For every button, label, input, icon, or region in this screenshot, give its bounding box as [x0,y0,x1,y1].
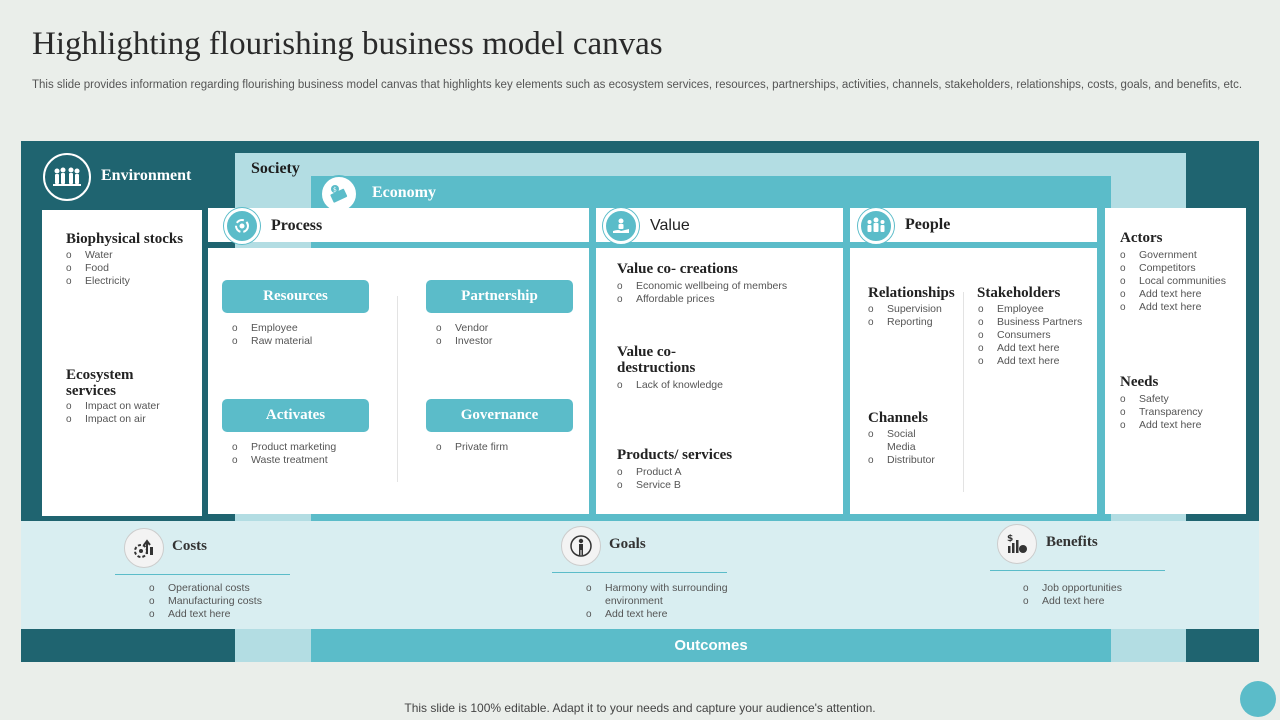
outcomes-panel: Costs Operational costs Manufacturing co… [21,521,1259,629]
list-item: Impact on water [66,400,160,413]
list-item: Employee [978,303,1082,316]
outcomes-label: Outcomes [311,629,1111,662]
divider [552,572,727,573]
channels-title: Channels [868,410,929,426]
divider [990,570,1165,571]
list-item: Reporting [868,316,942,329]
society-card: Actors Government Competitors Local comm… [1105,208,1246,514]
divider [397,296,398,482]
list-item: Add text here [978,355,1082,368]
list-item: Competitors [1120,262,1226,275]
list-item: Employee [232,322,312,335]
list-item: Supervision [868,303,942,316]
needs-title: Needs [1120,374,1159,390]
svg-text:$: $ [1007,534,1013,544]
list-item: Vendor [436,322,492,335]
list-item: Raw material [232,335,312,348]
corner-decoration [1240,681,1276,717]
costs-title: Costs [172,538,208,554]
benefits-chart-icon: $ [997,524,1037,564]
process-header: Process [208,208,589,244]
environment-card: Biophysical stocks Water Food Electricit… [42,210,202,516]
list-item: Safety [1120,393,1203,406]
environment-label: Environment [101,167,192,184]
society-label: Society [251,160,300,177]
list-item: Distributor [868,454,935,467]
list-item: Harmony with surrounding [586,582,728,595]
list-item: Investor [436,335,492,348]
stakeholders-title: Stakeholders [977,285,1061,301]
team-icon [858,208,894,244]
list-item: Electricity [66,275,130,288]
gear-cycle-icon [224,208,260,244]
list-item: Add text here [1120,301,1226,314]
list-item: Product A [617,466,682,479]
list-item-continuation: Media [887,441,916,453]
list-item: Manufacturing costs [149,595,262,608]
list-item: Local communities [1120,275,1226,288]
list-item: Service B [617,479,682,492]
value-header-label: Value [650,217,690,234]
value-header: Value [596,208,843,244]
benefits-title: Benefits [1046,534,1098,550]
list-item: Transparency [1120,406,1203,419]
goal-person-icon [561,526,601,566]
list-item: Consumers [978,329,1082,342]
governance-pill: Governance [426,399,573,432]
products-title: Products/ services [617,447,733,463]
list-item: Add text here [149,608,262,621]
list-item: Add text here [1023,595,1122,608]
list-item: Add text here [1120,288,1226,301]
ecosystem-title: Ecosystem services [66,367,134,399]
page-title: Highlighting flourishing business model … [32,26,663,62]
list-item: Social [868,428,935,441]
people-header-label: People [905,216,951,233]
list-item: Product marketing [232,441,336,454]
cocreations-title: Value co- creations [617,261,738,277]
partnership-pill: Partnership [426,280,573,313]
list-item: Add text here [1120,419,1203,432]
hand-people-icon [603,208,639,244]
list-item: Private firm [436,441,508,454]
economy-label: Economy [372,184,436,201]
actors-title: Actors [1120,230,1163,246]
people-header: People [850,208,1097,244]
biophysical-title: Biophysical stocks [66,231,184,247]
list-item: Operational costs [149,582,262,595]
divider [115,574,290,575]
activates-pill: Activates [222,399,369,432]
people-card: Relationships Supervision Reporting Stak… [850,248,1097,514]
list-item: Job opportunities [1023,582,1122,595]
list-item: Business Partners [978,316,1082,329]
list-item: Government [1120,249,1226,262]
resources-pill: Resources [222,280,369,313]
list-item: Economic wellbeing of members [617,280,787,293]
list-item: Waste treatment [232,454,336,467]
list-item: Food [66,262,130,275]
divider [963,292,964,492]
list-item: Add text here [586,608,728,621]
list-item: Affordable prices [617,293,787,306]
page-subtitle: This slide provides information regardin… [32,79,1243,91]
list-item: Lack of knowledge [617,379,723,392]
svg-text:$: $ [333,187,337,194]
list-item: Add text here [978,342,1082,355]
goals-title: Goals [609,536,646,552]
list-item-continuation: environment [605,595,663,607]
codestructions-title: Value co- destructions [617,344,696,376]
cost-gear-icon [124,528,164,568]
relationships-title: Relationships [868,285,955,301]
list-item: Water [66,249,130,262]
people-group-icon [43,153,91,201]
process-header-label: Process [271,217,323,234]
footer-note: This slide is 100% editable. Adapt it to… [404,701,876,715]
value-card: Value co- creations Economic wellbeing o… [596,248,843,514]
list-item: Impact on air [66,413,160,426]
process-card: Resources Employee Raw material Partners… [208,248,589,514]
